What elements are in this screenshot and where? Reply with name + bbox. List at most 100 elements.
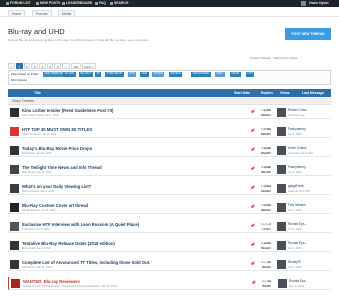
last-post-date[interactable]: Jun 3, 2023 [288, 228, 302, 231]
thread-title[interactable]: WANTED: Blu-ray Reviewers [23, 279, 80, 284]
last-poster-name[interactable]: Robert Crow... [288, 108, 308, 112]
page-link[interactable]: 5 [46, 63, 54, 69]
page-link[interactable]: < [8, 63, 15, 69]
thread-thumbnail[interactable] [10, 165, 19, 174]
page-link[interactable]: 3 [31, 63, 39, 69]
last-post-date[interactable]: Today at 12:47 PM [288, 190, 310, 193]
last-poster-avatar[interactable] [277, 260, 286, 269]
tab-forums[interactable]: Forums [32, 10, 52, 16]
last-post-date[interactable]: Jun 2, 2023 [288, 209, 302, 212]
thread-row[interactable]: What's on your Daily Viewing List? Bob Fu… [8, 182, 331, 195]
prefix-chip[interactable]: 3D [95, 72, 102, 77]
thread-title[interactable]: What's on your Daily Viewing List? [22, 184, 91, 189]
thread-thumbnail[interactable] [10, 222, 19, 231]
thread-thumbnail[interactable] [10, 127, 19, 136]
col-title[interactable]: Title [34, 89, 41, 97]
last-post-date[interactable]: Jun 6, 2023 [288, 133, 302, 136]
thread-thumbnail[interactable] [10, 108, 19, 117]
last-post-date[interactable]: Mar 11, 2019 [289, 285, 304, 288]
thread-title[interactable]: Tentative Blu-Ray Release Dates (2018 ed… [22, 241, 115, 246]
prefix-chip[interactable]: OTHER [152, 72, 165, 77]
thread-thumbnail[interactable] [11, 279, 20, 288]
prefix-chip[interactable]: BLU-RAY [79, 72, 94, 77]
page-link[interactable]: Next > [81, 63, 97, 69]
user-avatar[interactable] [301, 1, 306, 6]
thread-thumbnail[interactable] [10, 203, 19, 212]
last-poster-avatar[interactable] [277, 222, 286, 231]
last-poster-avatar[interactable] [277, 203, 286, 212]
prefix-chip[interactable]: UHD PREMIUM [43, 72, 65, 77]
last-poster-avatar[interactable] [277, 127, 286, 136]
forum-actions[interactable]: Unread Threads · Mark Forum Read [250, 56, 297, 60]
col-replies[interactable]: Replies [261, 89, 273, 97]
thread-title[interactable]: Today's Blu-Ray Movie Price Drops [22, 146, 92, 151]
topnav-new-posts[interactable]: NEW POSTS [36, 1, 60, 6]
page-link[interactable]: 6 [54, 63, 62, 69]
last-poster-avatar[interactable] [278, 279, 287, 288]
last-poster-name[interactable]: Worley97 [288, 260, 301, 264]
prefix-chip[interactable]: NEWS [230, 72, 241, 77]
topnav-forum-list[interactable]: FORUM LIST [6, 1, 31, 6]
thread-thumbnail[interactable] [10, 146, 19, 155]
last-poster-name[interactable]: Ronald Eps... [289, 279, 308, 283]
page-link[interactable]: 2 [23, 63, 31, 69]
last-poster-name[interactable]: Fritz Nielsen [288, 203, 306, 207]
page-link[interactable]: 1 [15, 63, 23, 69]
last-post-date[interactable]: Jun 3, 2023 [288, 247, 302, 250]
thread-row[interactable]: The Twilight Time News and Info Thread Ma… [8, 163, 331, 176]
col-last-message[interactable]: Last Message [302, 89, 324, 97]
last-post-date[interactable]: A moment ago [288, 114, 305, 117]
username[interactable]: Owen Nylon [309, 1, 329, 6]
last-post-date[interactable]: Jun 3, 2022 [288, 171, 302, 174]
last-poster-avatar[interactable] [277, 184, 286, 193]
post-new-thread-button[interactable]: POST NEW THREAD [285, 28, 331, 40]
thread-thumbnail[interactable] [10, 241, 19, 250]
last-post-date[interactable]: Jun 3, 2022 [288, 266, 302, 269]
thread-row[interactable]: Kino Lorber Insider (Reed Guidelines Pos… [8, 106, 331, 119]
thread-row[interactable]: HTF TOP 30 MUST OWN 3D TITLES Adam Gregor… [8, 125, 331, 138]
topnav-faq[interactable]: FAQ [95, 1, 106, 6]
tab-home[interactable]: Home [8, 10, 26, 16]
last-poster-name[interactable]: Ronald Eps... [288, 241, 307, 245]
last-poster-avatar[interactable] [277, 241, 286, 250]
prefix-chip[interactable]: ANNOUNCED [191, 72, 211, 77]
col-views[interactable]: Views [280, 89, 290, 97]
thread-title[interactable]: Exclusive HTF Interview with Leon Russom… [22, 222, 139, 227]
thread-title[interactable]: Complete List of Announced TT Titles, in… [22, 260, 150, 265]
last-poster-name[interactable]: Pachydermy [288, 127, 306, 131]
thread-title[interactable]: The Twilight Time News and Info Thread [22, 165, 102, 170]
thread-row[interactable]: Exclusive HTF Interview with Leon Russom… [8, 220, 331, 233]
page-link[interactable]: ... [62, 63, 70, 69]
thread-thumbnail[interactable] [10, 260, 19, 269]
prefix-chip[interactable]: WISH [215, 72, 225, 77]
thread-row[interactable]: Tentative Blu-Ray Release Dates (2018 ed… [8, 239, 331, 252]
thread-title[interactable]: Blu-Ray Custom Cover art thread [22, 203, 88, 208]
prefix-chip[interactable]: DVD [128, 72, 137, 77]
thread-row[interactable]: Blu-Ray Custom Cover art thread Ronald Ep… [8, 201, 331, 214]
topnav-search[interactable]: SEARCH [110, 1, 128, 6]
prefix-chip[interactable]: STEELBOOK [105, 72, 124, 77]
prefix-chip[interactable]: UHD [140, 72, 149, 77]
topnav-leaderboard[interactable]: LEADERBOARD [62, 1, 92, 6]
page-link[interactable]: 4 [39, 63, 46, 69]
prefix-chip[interactable]: HOT [246, 72, 255, 77]
thread-row[interactable]: Today's Blu-Ray Movie Price Drops Todd Er… [8, 144, 331, 157]
thread-row[interactable]: WANTED: Blu-ray Reviewers Started by HTF … [8, 277, 331, 290]
page-link[interactable]: 187 [70, 63, 81, 69]
tab-media[interactable]: Media [58, 10, 76, 16]
last-poster-avatar[interactable] [277, 165, 286, 174]
prefix-chip[interactable]: REVIEW [169, 72, 183, 77]
thread-thumbnail[interactable] [10, 184, 19, 193]
last-poster-avatar[interactable] [277, 108, 286, 117]
last-poster-name[interactable]: Kevin Collins [288, 146, 306, 150]
thread-title[interactable]: Kino Lorber Insider (Reed Guidelines Pos… [22, 108, 113, 113]
last-post-date[interactable]: Yesterday at 6:41 PM [288, 152, 313, 155]
thread-row[interactable]: Complete List of Announced TT Titles, in… [8, 258, 331, 271]
prefix-chip[interactable]: 4K UHD [63, 72, 76, 77]
last-poster-name[interactable]: gadgtFreek [288, 184, 304, 188]
last-poster-name[interactable]: Pachydermy [288, 165, 306, 169]
thread-title[interactable]: HTF TOP 30 MUST OWN 3D TITLES [22, 127, 92, 132]
last-poster-name[interactable]: Ronald Eps... [288, 222, 307, 226]
last-poster-avatar[interactable] [277, 146, 286, 155]
col-start-date[interactable]: Start Date [234, 89, 250, 97]
